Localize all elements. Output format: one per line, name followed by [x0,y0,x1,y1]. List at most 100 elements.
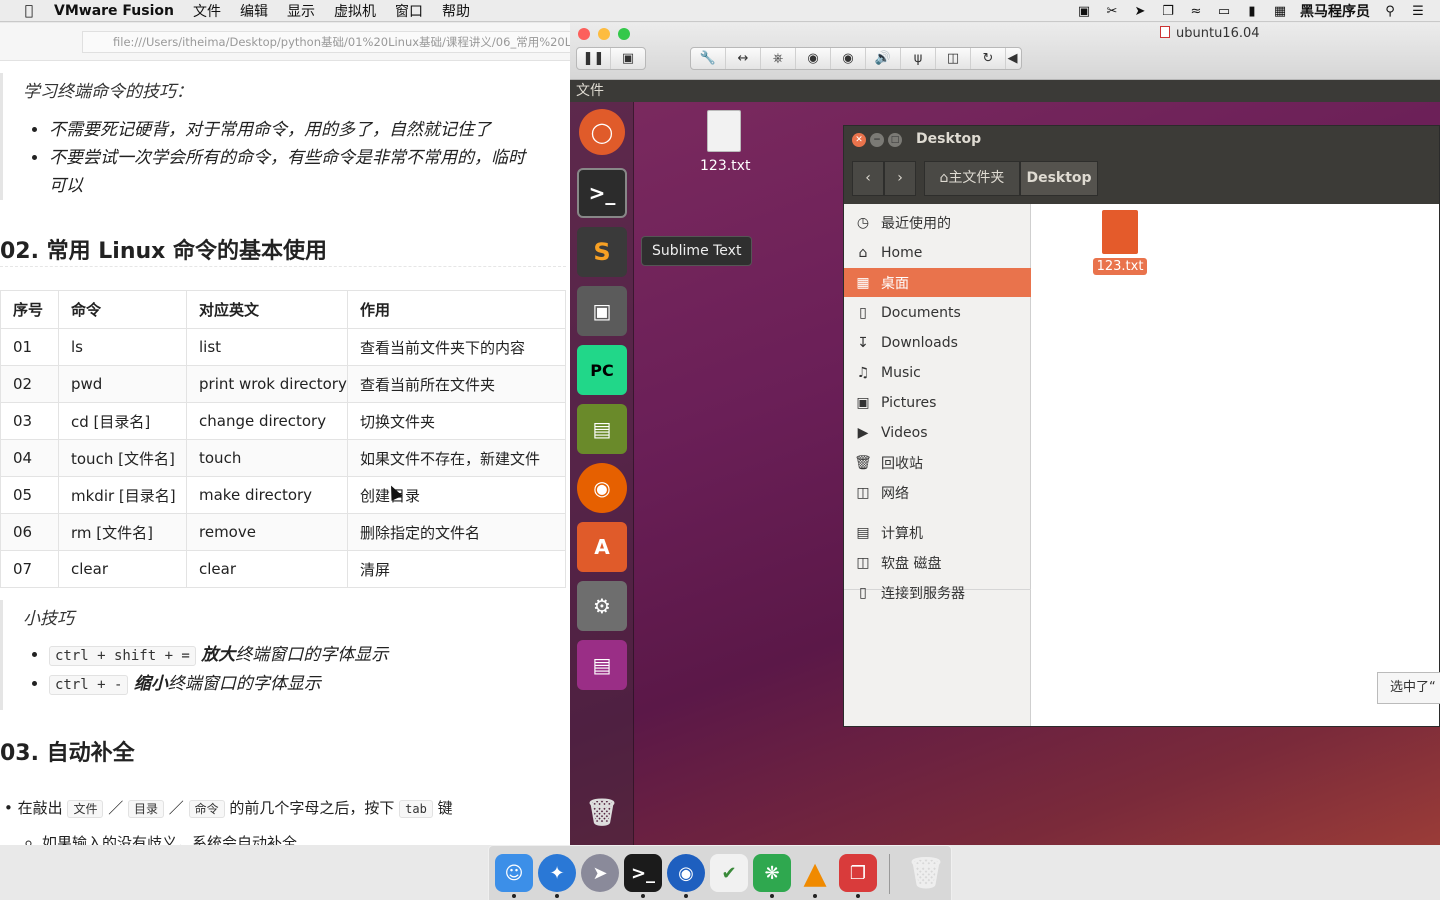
spotlight-search-icon[interactable]: ⚲ [1382,4,1398,19]
sidebar-item-connect-server[interactable]: ▯ 连接到服务器 [844,578,1031,607]
sidebar-item-desktop[interactable]: ▦ 桌面 [844,268,1031,297]
terminal-icon[interactable]: >_ [577,168,627,218]
camera-icon[interactable]: ▣ [1076,4,1092,19]
table-cell: print wrok directory [186,365,348,403]
menu-help[interactable]: 帮助 [442,1,470,21]
clock-icon: ◷ [856,214,870,231]
close-button[interactable] [578,28,590,40]
minimize-button[interactable] [598,28,610,40]
close-icon[interactable]: ✕ [852,133,866,147]
scissors-icon[interactable]: ✂ [1104,4,1120,19]
sidebar-item-network[interactable]: ◫ 网络 [844,478,1031,507]
table-cell: list [186,328,348,366]
disk-icon[interactable]: ⎈ [761,48,796,69]
network-arrows-icon[interactable]: ↔ [726,48,761,69]
vlc-icon[interactable]: ▲ [796,854,834,892]
sidebar-item-videos[interactable]: ▶ Videos [844,418,1031,447]
sidebar-item-music[interactable]: ♫ Music [844,358,1031,387]
battery-icon[interactable]: ▮ [1244,4,1260,19]
safari-icon[interactable]: ✦ [538,854,576,892]
launchpad-icon[interactable]: ➤ [581,854,619,892]
wifi-icon[interactable]: ≈ [1188,4,1204,19]
sidebar-item-computer[interactable]: ▤ 计算机 [844,518,1031,547]
table-cell: change directory [186,402,348,440]
collapse-arrow-icon[interactable]: ◀ [1006,48,1019,69]
forward-button[interactable]: › [884,161,916,196]
menu-file[interactable]: 文件 [193,1,221,21]
pause-icon[interactable]: ❚❚ [577,48,612,69]
mac-dock: ☺ ✦ ➤ >_ ◉ ✔ ❋ ▲ ❐ 🗑 [488,845,952,900]
sidebar-item-documents[interactable]: ▯ Documents [844,298,1031,327]
usb-icon[interactable]: ψ [901,48,936,69]
menu-edit[interactable]: 编辑 [240,1,268,21]
cd-drive-icon[interactable]: ◉ [796,48,831,69]
table-row: 02 pwd print wrok directory 查看当前所在文件夹 [0,365,566,403]
workspace-switcher-icon[interactable]: ▤ [577,640,627,690]
notification-list-icon[interactable]: ☰ [1410,4,1426,19]
finder-icon[interactable]: ☺ [495,854,533,892]
trick-text: 终端窗口的字体显示 [235,645,389,665]
input-method-icon[interactable]: ▦ [1272,4,1288,19]
speaker-icon[interactable]: 🔊 [866,48,901,69]
sidebar-item-floppy[interactable]: ◫ 软盘 磁盘 [844,548,1031,577]
snapshot-icon[interactable]: ▣ [611,48,645,69]
sidebar-label: Home [881,244,923,261]
menu-window[interactable]: 窗口 [395,1,423,21]
vm-title-text: ubuntu16.04 [1176,26,1260,41]
vmware-fusion-icon[interactable]: ❐ [839,854,877,892]
menu-view[interactable]: 显示 [287,1,315,21]
firefox-icon[interactable]: ◉ [577,463,627,513]
desktop-file-label: 123.txt [700,158,751,174]
trash-dock-icon[interactable]: 🗑 [907,854,945,892]
text-file-icon [1102,210,1138,254]
airplay-icon[interactable]: ▭ [1216,4,1232,19]
mindmap-icon[interactable]: ❋ [753,854,791,892]
table-cell: 05 [0,476,59,514]
table-row: 01 ls list 查看当前文件夹下的内容 [0,328,566,366]
autocomplete-sublist: 如果输入的没有歧义，系统会自动补全 [42,832,570,845]
menu-app-name[interactable]: VMware Fusion [54,3,174,19]
menu-vm[interactable]: 虚拟机 [334,1,376,21]
zoom-button[interactable] [618,28,630,40]
vm-title: ubuntu16.04 [1160,26,1260,41]
sidebar-item-trash[interactable]: 🗑 回收站 [844,448,1031,477]
sidebar-label: 连接到服务器 [881,585,965,602]
files-cabinet-icon[interactable]: ▣ [577,286,627,336]
apple-icon[interactable]:  [20,3,38,19]
pycharm-icon[interactable]: PC [577,345,627,395]
server-icon: ▯ [859,584,867,601]
path-home-button[interactable]: ⌂主文件夹 [924,161,1020,196]
shortcut-code: ctrl + - [49,675,129,695]
sync-icon[interactable]: ↻ [971,48,1006,69]
floppy-icon[interactable]: ◫ [936,48,971,69]
nautilus-file-item[interactable]: 123.txt [1092,210,1148,275]
desktop-file-icon[interactable]: 123.txt [700,110,751,174]
maximize-icon[interactable]: □ [888,133,902,147]
path-desktop-button[interactable]: Desktop [1020,161,1098,196]
screen-recorder-icon[interactable]: ◉ [667,854,705,892]
minimize-icon[interactable]: − [870,133,884,147]
windows-icon[interactable]: ❐ [1160,4,1176,19]
text-fragment: 在敲出 [17,799,63,817]
book-reader-icon[interactable]: ▤ [577,404,627,454]
ubuntu-dash-icon[interactable]: ◯ [579,109,625,155]
send-icon[interactable]: ➤ [1132,4,1148,19]
software-center-icon[interactable]: A [577,522,627,572]
table-row: 06 rm [文件名] remove 删除指定的文件名 [0,513,566,551]
wrench-icon[interactable]: 🔧 [691,48,726,69]
sidebar-item-downloads[interactable]: ↧ Downloads [844,328,1031,357]
url-field[interactable]: file:///Users/itheima/Desktop/python基础/0… [82,31,570,53]
maps-icon[interactable]: ✔ [710,854,748,892]
vmware-window: ubuntu16.04 ❚❚ ▣ 🔧 ↔ ⎈ ◉ ◉ 🔊 ψ ◫ ↻ ◀ 文件 … [570,23,1440,845]
system-settings-icon[interactable]: ⚙ [577,581,627,631]
menubar-user-name[interactable]: 黑马程序员 [1300,1,1370,21]
terminal-dock-icon[interactable]: >_ [624,854,662,892]
sidebar-item-home[interactable]: ⌂ Home [844,238,1031,267]
trick-text: 终端窗口的字体显示 [167,674,321,694]
sidebar-item-pictures[interactable]: ▣ Pictures [844,388,1031,417]
sublime-text-icon[interactable]: S [577,227,627,277]
trash-icon[interactable]: 🗑 [577,788,627,838]
back-button[interactable]: ‹ [852,161,884,196]
cd-drive-2-icon[interactable]: ◉ [831,48,866,69]
sidebar-item-recent[interactable]: ◷ 最近使用的 [844,208,1031,237]
